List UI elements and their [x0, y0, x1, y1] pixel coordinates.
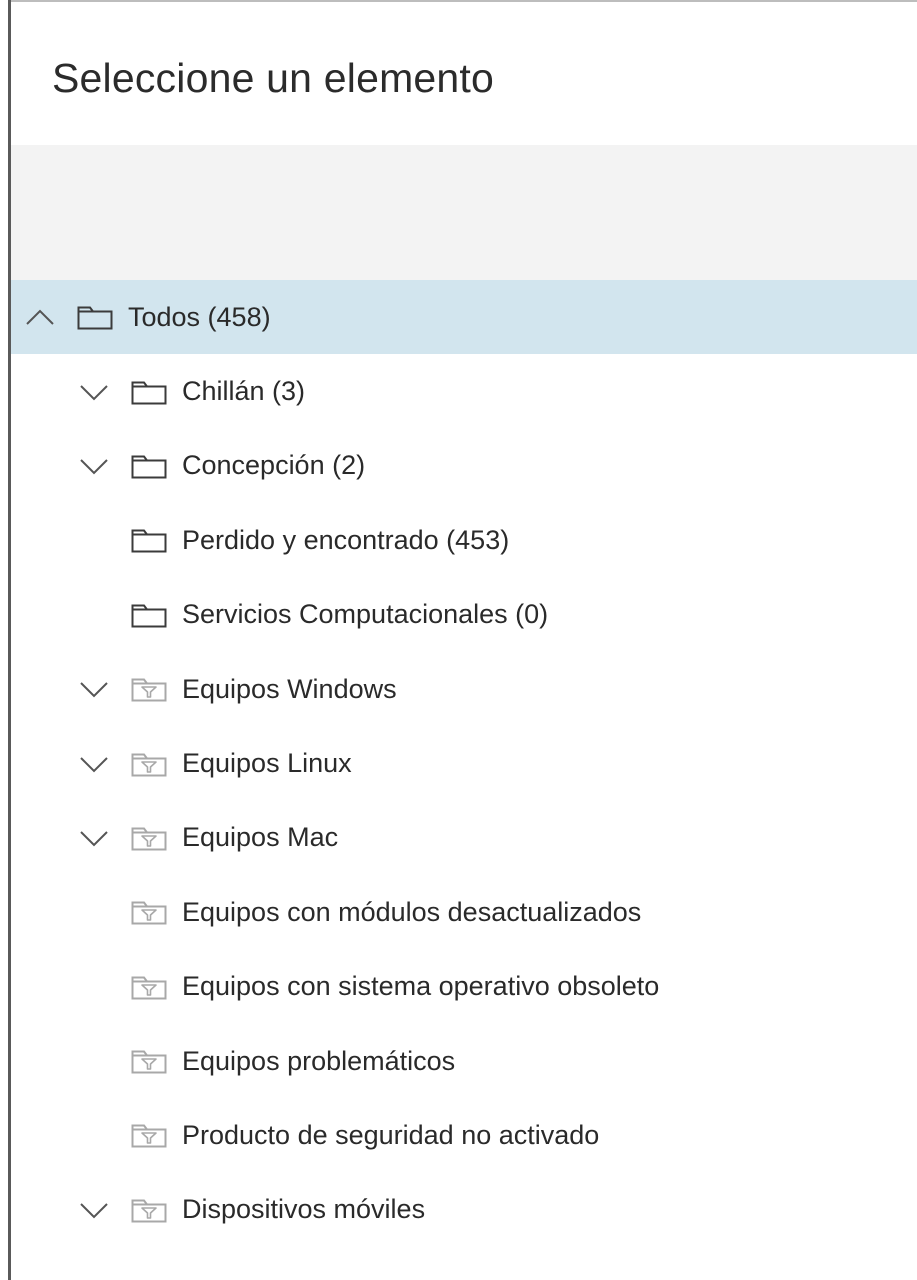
filter-folder-icon: [131, 1197, 167, 1223]
filter-folder-icon: [131, 1048, 167, 1074]
tree-item-label: Todos (458): [128, 301, 271, 332]
tree-item-label: Perdido y encontrado (453): [182, 524, 510, 555]
folder-icon: [131, 379, 167, 405]
tree-item[interactable]: Todos (458): [11, 280, 917, 355]
tree-item-label: Equipos Mac: [182, 822, 339, 853]
dialog-title: Seleccione un elemento: [52, 55, 495, 101]
toolbar-area: [11, 145, 917, 280]
tree-item-label: Equipos con sistema operativo obsoleto: [182, 971, 660, 1002]
filter-folder-icon: [131, 1122, 167, 1148]
dialog-header: Seleccione un elemento: [11, 0, 917, 145]
tree-item[interactable]: Equipos Linux: [11, 726, 917, 800]
filter-folder-icon: [131, 676, 167, 702]
tree-item[interactable]: Equipos con módulos desactualizados: [11, 875, 917, 949]
tree-item[interactable]: Servicios Computacionales (0): [11, 578, 917, 652]
chevron-down-icon[interactable]: [77, 679, 111, 699]
chevron-down-icon[interactable]: [77, 754, 111, 774]
tree-view: Todos (458) Chillán (3) Concepción (2) Perd…: [11, 280, 917, 1247]
tree-item-label: Dispositivos móviles: [182, 1194, 426, 1225]
tree-item-label: Equipos Linux: [182, 748, 352, 779]
tree-item-label: Equipos Windows: [182, 673, 397, 704]
tree-item[interactable]: Equipos con sistema operativo obsoleto: [11, 950, 917, 1024]
folder-icon: [131, 602, 167, 628]
tree-item[interactable]: Concepción (2): [11, 429, 917, 503]
tree-item[interactable]: Equipos Mac: [11, 801, 917, 875]
chevron-down-icon[interactable]: [77, 828, 111, 848]
chevron-up-icon[interactable]: [23, 307, 57, 327]
tree-item-label: Producto de seguridad no activado: [182, 1119, 600, 1150]
tree-item[interactable]: Equipos problemáticos: [11, 1024, 917, 1098]
tree-item[interactable]: Dispositivos móviles: [11, 1173, 917, 1247]
tree-item-label: Chillán (3): [182, 376, 306, 407]
folder-icon: [131, 527, 167, 553]
tree-item-label: Servicios Computacionales (0): [182, 599, 549, 630]
filter-folder-icon: [131, 899, 167, 925]
tree-item-label: Equipos con módulos desactualizados: [182, 896, 642, 927]
filter-folder-icon: [131, 751, 167, 777]
folder-icon: [77, 304, 113, 330]
chevron-down-icon[interactable]: [77, 1200, 111, 1220]
chevron-down-icon[interactable]: [77, 382, 111, 402]
tree-item-label: Concepción (2): [182, 450, 366, 481]
tree-item[interactable]: Equipos Windows: [11, 652, 917, 726]
select-item-dialog: Seleccione un elemento Todos (458) Chillá…: [8, 0, 917, 1280]
folder-icon: [131, 453, 167, 479]
filter-folder-icon: [131, 974, 167, 1000]
chevron-down-icon[interactable]: [77, 456, 111, 476]
tree-item[interactable]: Chillán (3): [11, 354, 917, 428]
filter-folder-icon: [131, 825, 167, 851]
tree-item[interactable]: Perdido y encontrado (453): [11, 503, 917, 577]
tree-item-label: Equipos problemáticos: [182, 1045, 456, 1076]
tree-item[interactable]: Producto de seguridad no activado: [11, 1098, 917, 1172]
